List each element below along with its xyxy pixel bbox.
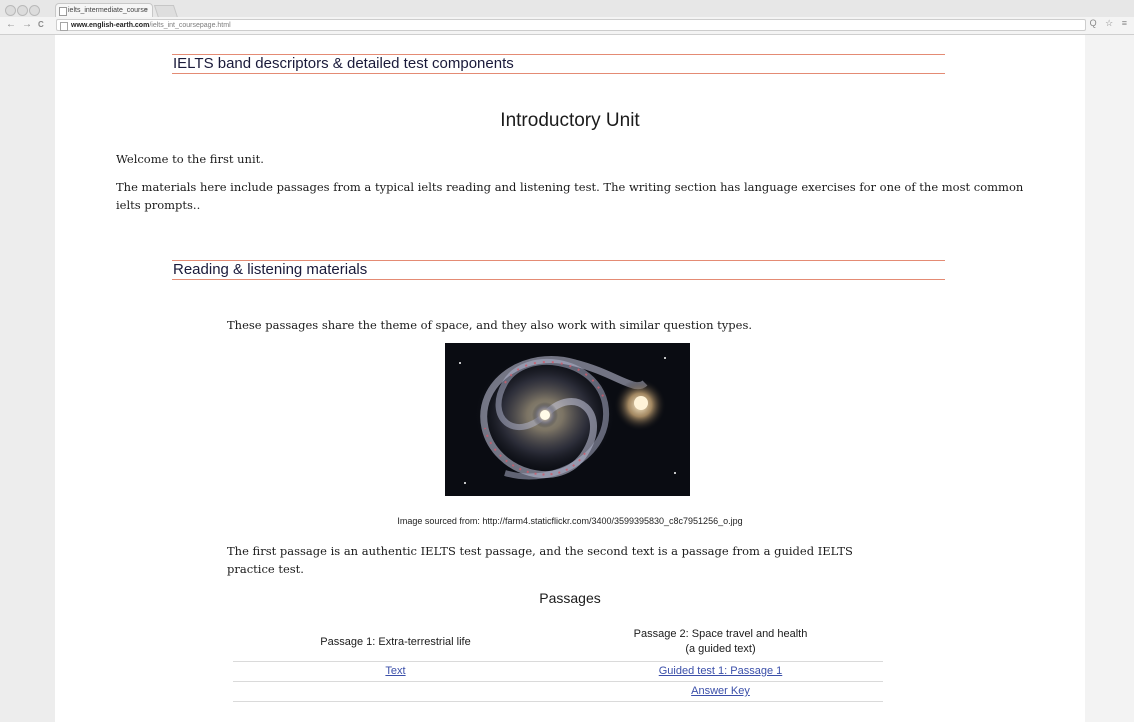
galaxy-image	[445, 343, 690, 496]
column-header-passage-1: Passage 1: Extra-terrestrial life	[320, 635, 471, 648]
browser-tab[interactable]: ielts_intermediate_course ×	[55, 3, 153, 17]
page-title: Introductory Unit	[500, 110, 640, 131]
page-icon	[60, 22, 68, 31]
passages-table-title: Passages	[539, 590, 601, 606]
column-header-passage-2: Passage 2: Space travel and health (a gu…	[558, 623, 883, 661]
theme-paragraph: These passages share the theme of space,…	[227, 318, 752, 332]
navigation-bar: ← → C www.english-earth.com/ielts_int_co…	[0, 17, 1134, 34]
intro-paragraph: The materials here include passages from…	[116, 180, 1024, 212]
tab-title: ielts_intermediate_course	[68, 7, 148, 14]
reload-icon[interactable]: C	[38, 18, 44, 32]
page-gutter	[1085, 35, 1134, 722]
welcome-text: Welcome to the first unit.	[116, 152, 264, 166]
forward-arrow-icon[interactable]: →	[22, 18, 32, 32]
passages-table: Passage 1: Extra-terrestrial life Passag…	[233, 623, 883, 702]
minimize-window-icon[interactable]	[17, 5, 28, 16]
text-link[interactable]: Text	[385, 665, 405, 677]
table-row: Text Guided test 1: Passage 1	[233, 662, 883, 682]
table-row: Answer Key	[233, 682, 883, 702]
image-caption: Image sourced from: http://farm4.staticf…	[397, 516, 743, 526]
page-content: IELTS band descriptors & detailed test c…	[55, 35, 1085, 722]
url-host: www.english-earth.com	[71, 22, 150, 29]
address-bar[interactable]: www.english-earth.com/ielts_int_coursepa…	[56, 19, 1086, 31]
url-path: /ielts_int_coursepage.html	[149, 22, 231, 29]
page-favicon-icon	[59, 7, 67, 16]
passage-2-subtitle: (a guided text)	[685, 643, 756, 655]
table-header-row: Passage 1: Extra-terrestrial life Passag…	[233, 623, 883, 662]
close-window-icon[interactable]	[5, 5, 16, 16]
table-cell: Guided test 1: Passage 1	[558, 662, 883, 681]
toolbar-icons[interactable]: Q ☆ ≡	[1090, 18, 1130, 29]
passage-2-title: Passage 2: Space travel and health	[633, 628, 808, 640]
section-header-band-descriptors: IELTS band descriptors & detailed test c…	[172, 54, 945, 74]
back-arrow-icon[interactable]: ←	[6, 18, 16, 32]
guided-test-link[interactable]: Guided test 1: Passage 1	[659, 665, 783, 677]
table-cell	[233, 682, 558, 701]
answer-key-link[interactable]: Answer Key	[691, 685, 750, 697]
browser-chrome: ielts_intermediate_course × ← → C www.en…	[0, 0, 1134, 35]
close-tab-icon[interactable]: ×	[144, 4, 148, 18]
section-header-reading: Reading & listening materials	[172, 260, 945, 280]
table-cell: Text	[233, 662, 558, 681]
passages-description: The first passage is an authentic IELTS …	[227, 544, 853, 576]
zoom-window-icon[interactable]	[29, 5, 40, 16]
table-cell: Answer Key	[558, 682, 883, 701]
